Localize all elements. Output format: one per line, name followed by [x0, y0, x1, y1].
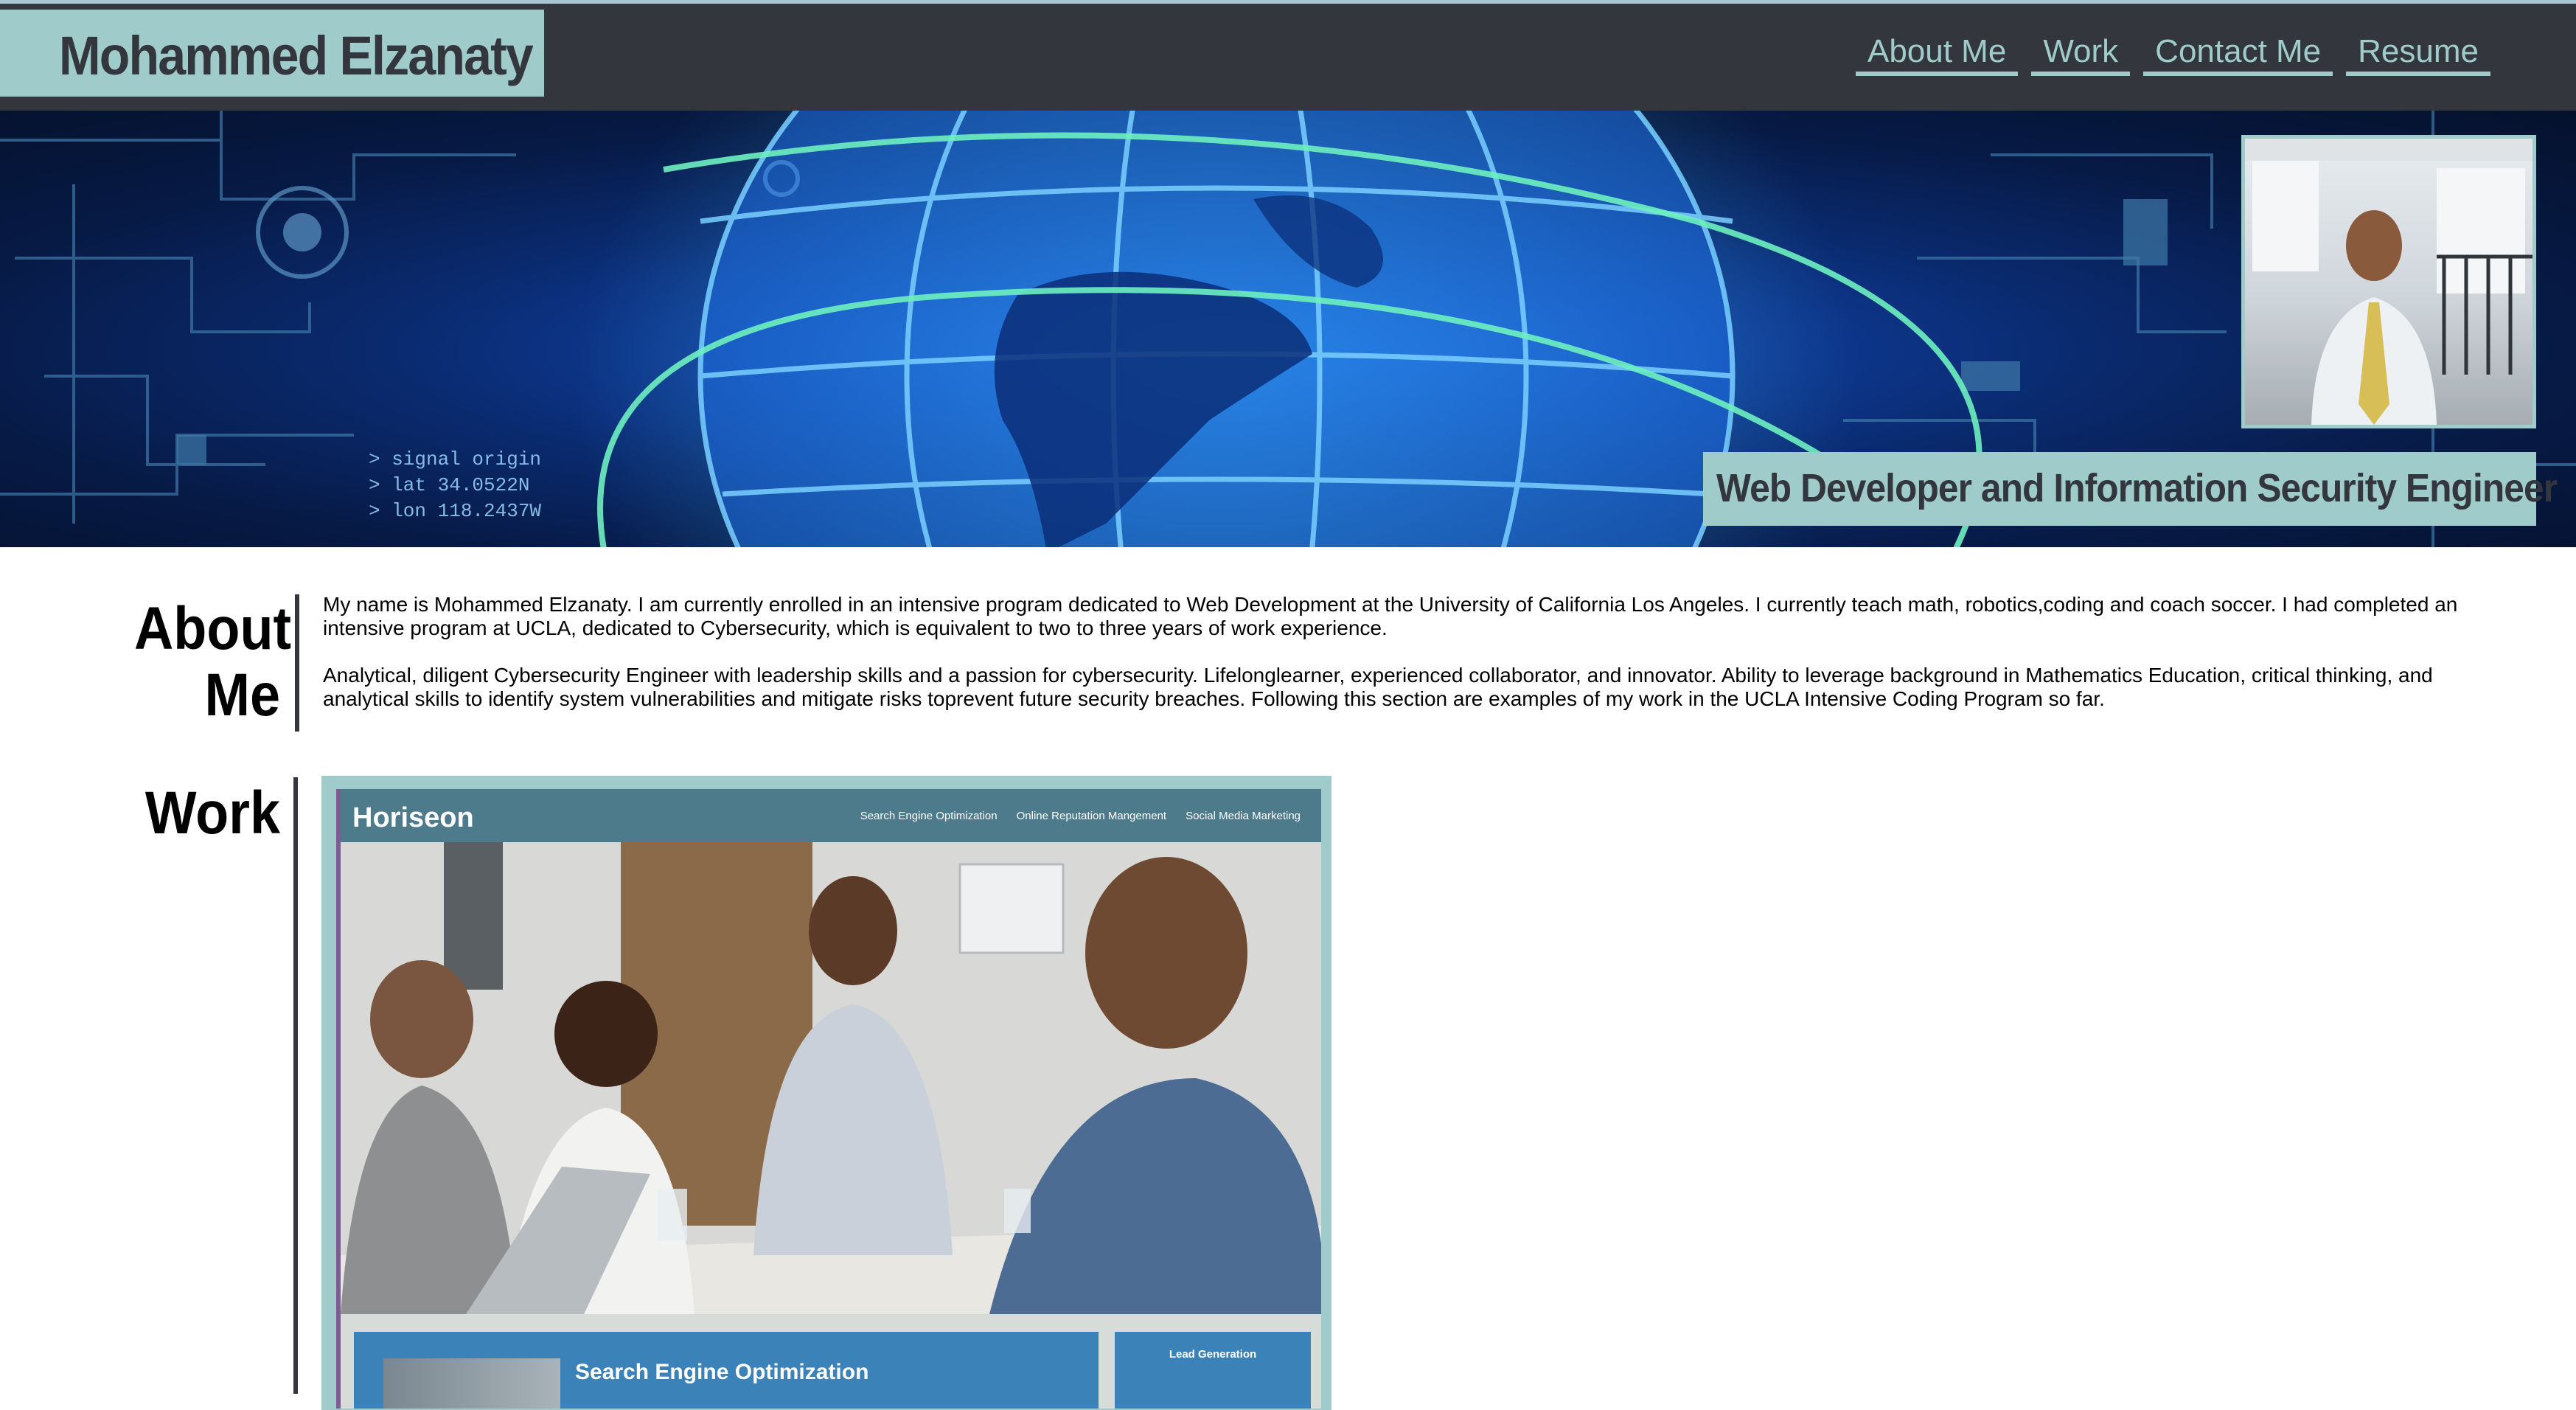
project-nav-item-2: Online Reputation Mangement	[1016, 810, 1167, 822]
hud-line-2: > lat 34.0522N	[369, 474, 529, 496]
team-meeting-image	[341, 842, 1321, 1314]
project-brand: Horiseon	[352, 802, 474, 833]
work-divider	[293, 777, 298, 1394]
work-project-card[interactable]: Horiseon Search Engine Optimization Onli…	[321, 776, 1331, 1410]
hud-line-1: > signal origin	[369, 448, 541, 470]
project-nav-item-1: Search Engine Optimization	[860, 810, 998, 822]
main-nav: About Me Work Contact Me Resume	[1855, 32, 2490, 76]
project-screenshot: Horiseon Search Engine Optimization Onli…	[336, 789, 1321, 1409]
person-image	[2245, 139, 2533, 425]
logo-box: Mohammed Elzanaty	[0, 10, 544, 97]
nav-resume[interactable]: Resume	[2346, 32, 2490, 76]
about-me-body: My name is Mohammed Elzanaty. I am curre…	[323, 593, 2505, 734]
tagline-text: Web Developer and Information Security E…	[1716, 466, 2558, 510]
site-header: Mohammed Elzanaty About Me Work Contact …	[0, 0, 2576, 111]
site-name: Mohammed Elzanaty	[58, 25, 534, 86]
project-lead-generation: Lead Generation	[1115, 1332, 1311, 1409]
seo-section-title: Search Engine Optimization	[575, 1360, 869, 1384]
about-me-heading: About Me	[134, 595, 292, 729]
hero-banner: > signal origin > lat 34.0522N > lon 118…	[0, 111, 2576, 547]
about-me-heading-line2: Me	[204, 661, 280, 729]
profile-photo	[2241, 135, 2536, 428]
tagline-box: Web Developer and Information Security E…	[1703, 452, 2558, 526]
about-divider	[295, 594, 299, 732]
project-hero-photo	[341, 842, 1321, 1314]
nav-contact-me[interactable]: Contact Me	[2143, 32, 2333, 76]
nav-work[interactable]: Work	[2031, 32, 2131, 76]
project-seo-section: Search Engine Optimization	[354, 1332, 1099, 1409]
about-me-heading-line1: About	[134, 595, 292, 662]
project-nav-item-3: Social Media Marketing	[1186, 810, 1301, 822]
lead-generation-title: Lead Generation	[1169, 1348, 1257, 1361]
hud-line-3: > lon 118.2437W	[369, 500, 541, 522]
seo-thumbnail-image	[383, 1358, 560, 1409]
project-site-nav: Search Engine Optimization Online Reputa…	[860, 810, 1301, 822]
work-heading: Work	[145, 779, 280, 847]
nav-about-me[interactable]: About Me	[1855, 32, 2019, 76]
project-site-header: Horiseon Search Engine Optimization Onli…	[341, 789, 1321, 842]
about-paragraph-2: Analytical, diligent Cybersecurity Engin…	[323, 664, 2433, 710]
about-paragraph-1: My name is Mohammed Elzanaty. I am curre…	[323, 593, 2458, 639]
